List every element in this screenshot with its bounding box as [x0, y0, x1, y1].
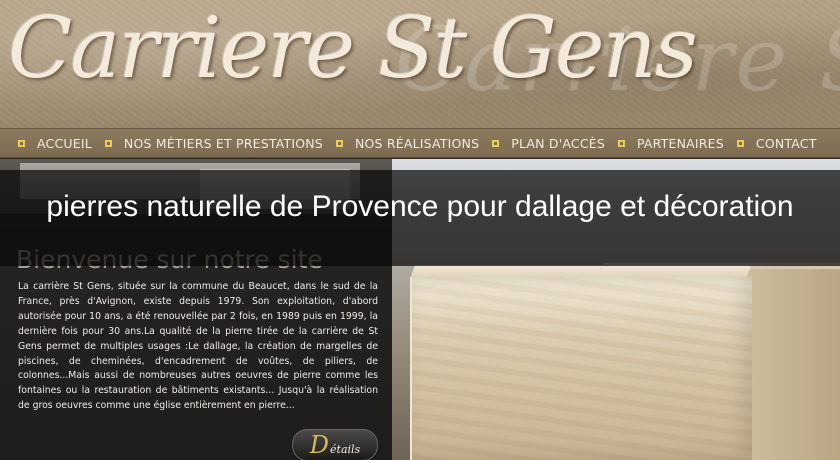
square-bullet-icon [617, 139, 625, 147]
nav-item-metiers[interactable]: NOS MÉTIERS ET PRESTATIONS [104, 135, 323, 151]
site-header: Carriere St Gens Carriere St Gens [0, 0, 840, 128]
nav-item-label: PARTENAIRES [636, 135, 724, 151]
nav-item-label: NOS MÉTIERS ET PRESTATIONS [123, 135, 323, 151]
square-bullet-icon [18, 139, 25, 147]
details-button-label: étails [330, 442, 361, 456]
photo-stone-block [410, 277, 752, 460]
page-title: pierres naturelle de Provence pour dalla… [46, 190, 794, 223]
square-bullet-icon [492, 139, 500, 147]
nav-item-realisations[interactable]: NOS RÉALISATIONS [335, 135, 480, 151]
nav-item-label: CONTACT [755, 135, 817, 151]
details-button[interactable]: D étails [292, 429, 378, 460]
nav-item-accueil[interactable]: ACCUEIL [18, 136, 92, 151]
square-bullet-icon [736, 139, 744, 147]
site-logo[interactable]: Carriere St Gens [8, 6, 698, 90]
nav-item-label: PLAN D'ACCÈS [511, 135, 605, 151]
main-navigation: ACCUEIL NOS MÉTIERS ET PRESTATIONS NOS R… [0, 128, 840, 158]
square-bullet-icon [104, 139, 112, 147]
nav-item-label: NOS RÉALISATIONS [354, 135, 480, 151]
nav-item-plan-acces[interactable]: PLAN D'ACCÈS [492, 136, 605, 151]
nav-item-contact[interactable]: CONTACT [736, 135, 817, 151]
details-button-initial: D [309, 431, 330, 459]
intro-paragraph: La carrière St Gens, située sur la commu… [18, 281, 378, 412]
square-bullet-icon [335, 139, 343, 147]
photo-stone-block-side [744, 269, 840, 460]
nav-item-label: ACCUEIL [37, 135, 92, 151]
nav-item-partenaires[interactable]: PARTENAIRES [617, 135, 724, 151]
